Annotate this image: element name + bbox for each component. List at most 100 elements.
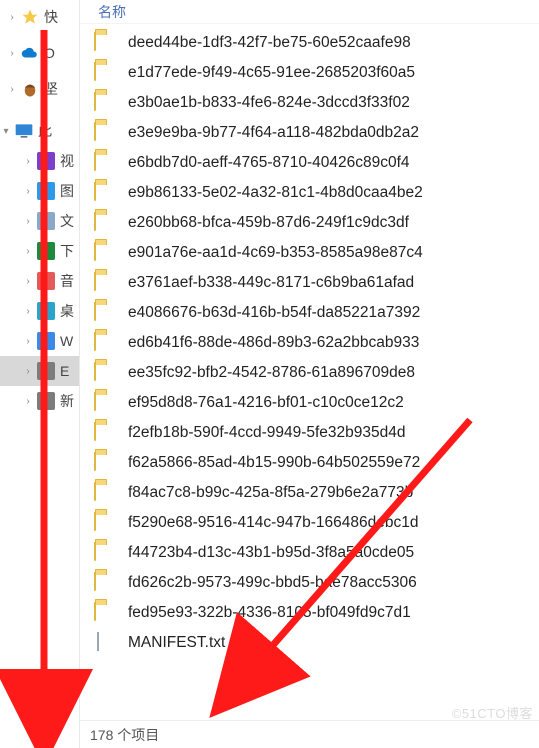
folder-row[interactable]: deed44be-1df3-42f7-be75-60e52caafe98 <box>94 28 539 58</box>
chevron-right-icon: › <box>22 366 34 377</box>
folder-row[interactable]: e901a76e-aa1d-4c69-b353-8585a98e87c4 <box>94 238 539 268</box>
folder-row[interactable]: ef95d8d8-76a1-4216-bf01-c10c0ce12c2 <box>94 388 539 418</box>
file-name: f44723b4-d13c-43b1-b95d-3f8a5a0cde05 <box>128 544 414 562</box>
file-name: f2efb18b-590f-4ccd-9949-5fe32b935d4d <box>128 424 406 442</box>
chevron-right-icon: › <box>6 48 18 59</box>
tree-label: 快 <box>44 7 58 27</box>
monitor-icon <box>14 121 34 141</box>
tree-label: 下 <box>60 241 74 261</box>
chevron-right-icon: › <box>22 276 34 287</box>
tree-drive-item[interactable]: › 音 <box>0 266 79 296</box>
folder-row[interactable]: ee35fc92-bfb2-4542-8786-61a896709de8 <box>94 358 539 388</box>
file-name: ed6b41f6-88de-486d-89b3-62a2bbcab933 <box>128 334 419 352</box>
file-name: e6bdb7d0-aeff-4765-8710-40426c89c0f4 <box>128 154 410 172</box>
file-name: deed44be-1df3-42f7-be75-60e52caafe98 <box>128 34 411 52</box>
folder-icon <box>94 273 118 293</box>
folder-icon <box>94 573 118 593</box>
folder-icon <box>94 513 118 533</box>
file-name: e3b0ae1b-b833-4fe6-824e-3dccd3f33f02 <box>128 94 410 112</box>
chevron-right-icon: › <box>22 396 34 407</box>
file-name: e901a76e-aa1d-4c69-b353-8585a98e87c4 <box>128 244 423 262</box>
folder-icon <box>94 243 118 263</box>
nut-icon <box>20 79 40 99</box>
folder-row[interactable]: e3761aef-b338-449c-8171-c6b9ba61afad <box>94 268 539 298</box>
folder-row[interactable]: e4086676-b63d-416b-b54f-da85221a7392 <box>94 298 539 328</box>
folder-row[interactable]: fed95e93-322b-4336-8105-bf049fd9c7d1 <box>94 598 539 628</box>
doc-icon <box>36 211 56 231</box>
drive2-icon <box>36 391 56 411</box>
folder-icon <box>94 93 118 113</box>
tree-label: 坚 <box>44 79 58 99</box>
file-name: fd626c2b-9573-499c-bbd5-bae78acc5306 <box>128 574 417 592</box>
folder-row[interactable]: f2efb18b-590f-4ccd-9949-5fe32b935d4d <box>94 418 539 448</box>
file-name: e3e9e9ba-9b77-4f64-a118-482bda0db2a2 <box>128 124 419 142</box>
file-row[interactable]: MANIFEST.txt <box>94 628 539 658</box>
file-name: e4086676-b63d-416b-b54f-da85221a7392 <box>128 304 420 322</box>
tree-label: 音 <box>60 271 74 291</box>
tree-drive-item[interactable]: › 视 <box>0 146 79 176</box>
tree-drive-item[interactable]: › 下 <box>0 236 79 266</box>
file-list[interactable]: deed44be-1df3-42f7-be75-60e52caafe98 e1d7… <box>80 24 539 720</box>
tree-label: 文 <box>60 211 74 231</box>
tree-drive-item[interactable]: › 新 <box>0 386 79 416</box>
column-header-name[interactable]: 名称 <box>80 0 539 24</box>
file-name: e3761aef-b338-449c-8171-c6b9ba61afad <box>128 274 414 292</box>
folder-row[interactable]: f84ac7c8-b99c-425a-8f5a-279b6e2a773b <box>94 478 539 508</box>
chevron-right-icon: › <box>22 336 34 347</box>
folder-row[interactable]: e3b0ae1b-b833-4fe6-824e-3dccd3f33f02 <box>94 88 539 118</box>
tree-quick-item[interactable]: › 坚 <box>0 74 79 104</box>
cloud-icon <box>20 43 40 63</box>
tree-drive-item[interactable]: › 图 <box>0 176 79 206</box>
folder-row[interactable]: e260bb68-bfca-459b-87d6-249f1c9dc3df <box>94 208 539 238</box>
downloads-icon <box>36 241 56 261</box>
pictures-icon <box>36 181 56 201</box>
chevron-right-icon: › <box>6 12 18 23</box>
tree-drive-item[interactable]: › E <box>0 356 79 386</box>
tree-label: 新 <box>60 391 74 411</box>
chevron-right-icon: › <box>22 186 34 197</box>
folder-row[interactable]: e9b86133-5e02-4a32-81c1-4b8d0caa4be2 <box>94 178 539 208</box>
file-name: fed95e93-322b-4336-8105-bf049fd9c7d1 <box>128 604 411 622</box>
chevron-down-icon: ▾ <box>0 126 12 137</box>
tree-label: 桌 <box>60 301 74 321</box>
tree-label: 视 <box>60 151 74 171</box>
folder-icon <box>94 213 118 233</box>
folder-icon <box>94 393 118 413</box>
tree-quick-item[interactable]: › O <box>0 38 79 68</box>
desktop-icon <box>36 301 56 321</box>
folder-row[interactable]: f5290e68-9516-414c-947b-166486debc1d <box>94 508 539 538</box>
folder-row[interactable]: f44723b4-d13c-43b1-b95d-3f8a5a0cde05 <box>94 538 539 568</box>
folder-icon <box>94 543 118 563</box>
chevron-right-icon: › <box>22 216 34 227</box>
file-name: ef95d8d8-76a1-4216-bf01-c10c0ce12c2 <box>128 394 404 412</box>
chevron-right-icon: › <box>6 84 18 95</box>
folder-icon <box>94 333 118 353</box>
folder-icon <box>94 63 118 83</box>
tree-drive-item[interactable]: › W <box>0 326 79 356</box>
folder-icon <box>94 483 118 503</box>
tree-this-pc[interactable]: ▾ 此 <box>0 116 79 146</box>
drive-icon <box>36 361 56 381</box>
chevron-right-icon: › <box>22 156 34 167</box>
chevron-right-icon: › <box>22 246 34 257</box>
folder-row[interactable]: e1d77ede-9f49-4c65-91ee-2685203f60a5 <box>94 58 539 88</box>
tree-label: E <box>60 363 69 379</box>
folder-row[interactable]: ed6b41f6-88de-486d-89b3-62a2bbcab933 <box>94 328 539 358</box>
folder-icon <box>94 453 118 473</box>
video-icon <box>36 151 56 171</box>
status-bar: 178 个项目 <box>80 720 539 748</box>
folder-row[interactable]: f62a5866-85ad-4b15-990b-64b502559e72 <box>94 448 539 478</box>
folder-icon <box>94 33 118 53</box>
folder-row[interactable]: e3e9e9ba-9b77-4f64-a118-482bda0db2a2 <box>94 118 539 148</box>
tree-drive-item[interactable]: › 文 <box>0 206 79 236</box>
tree-quick-item[interactable]: › 快 <box>0 2 79 32</box>
folder-row[interactable]: e6bdb7d0-aeff-4765-8710-40426c89c0f4 <box>94 148 539 178</box>
folder-icon <box>94 123 118 143</box>
tree-drive-item[interactable]: › 桌 <box>0 296 79 326</box>
file-name: MANIFEST.txt <box>128 634 225 652</box>
folder-row[interactable]: fd626c2b-9573-499c-bbd5-bae78acc5306 <box>94 568 539 598</box>
folder-icon <box>94 363 118 383</box>
file-name: e1d77ede-9f49-4c65-91ee-2685203f60a5 <box>128 64 415 82</box>
tree-label: 此 <box>38 121 52 141</box>
file-name: f84ac7c8-b99c-425a-8f5a-279b6e2a773b <box>128 484 413 502</box>
